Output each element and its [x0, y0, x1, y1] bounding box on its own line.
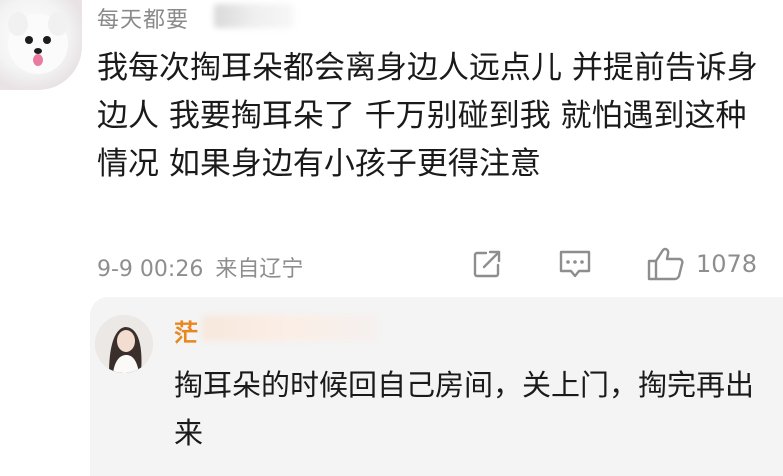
- reply-username[interactable]: 茫: [174, 313, 198, 348]
- reply-item: 茫 掏耳朵的时候回自己房间，关上门，掏完再出来: [90, 297, 783, 476]
- comment-text: 我每次掏耳朵都会离身边人远点儿 并提前告诉身边人 我要掏耳朵了 千万别碰到我 就…: [97, 50, 758, 182]
- comment-meta: 9-9 00:26 来自辽宁: [97, 251, 303, 283]
- comment-location: 来自辽宁: [215, 257, 304, 282]
- reply-button[interactable]: [557, 244, 593, 284]
- share-button[interactable]: [470, 244, 504, 284]
- comment-time: 9-9 00:26: [97, 257, 204, 282]
- person-avatar-icon: [95, 315, 153, 373]
- comment-item: 每天都要 我每次掏耳朵都会离身边人远点儿 并提前告诉身边人 我要掏耳朵了 千万别…: [0, 0, 783, 290]
- reply-text: 掏耳朵的时候回自己房间，关上门，掏完再出来: [174, 368, 755, 450]
- reply-avatar[interactable]: [95, 315, 153, 373]
- avatar[interactable]: [0, 0, 82, 90]
- username-redaction: [214, 4, 294, 28]
- comment-icon: [559, 250, 591, 278]
- pomeranian-avatar-icon: [8, 12, 68, 74]
- thumbs-up-icon: [647, 247, 684, 281]
- like-button[interactable]: 1078: [646, 244, 757, 284]
- username-redaction: [202, 315, 377, 341]
- like-count: 1078: [696, 250, 758, 278]
- comment-username[interactable]: 每天都要: [97, 2, 189, 34]
- share-icon: [473, 250, 501, 278]
